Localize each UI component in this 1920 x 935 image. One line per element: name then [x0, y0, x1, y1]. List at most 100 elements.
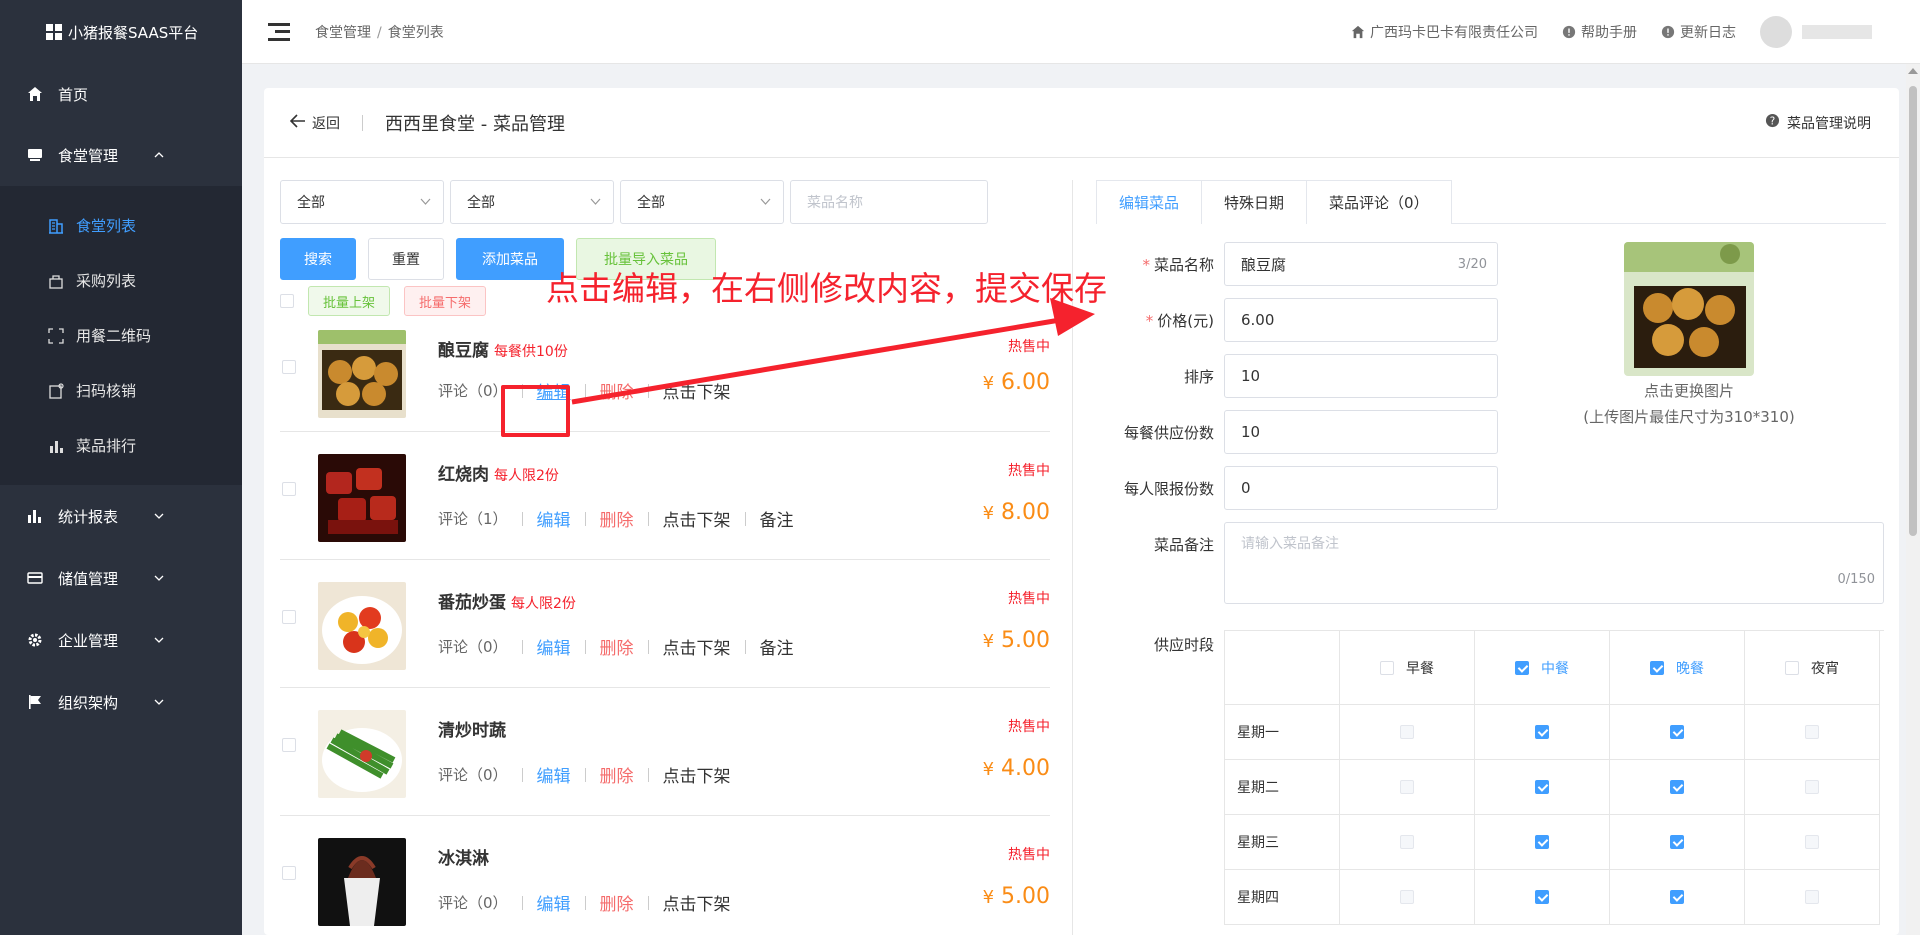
search-button[interactable]: 搜索: [280, 238, 356, 280]
period-checkbox[interactable]: [1670, 835, 1684, 849]
comments-link[interactable]: 评论（0）: [438, 764, 508, 785]
filter-select-3[interactable]: 全部: [620, 180, 784, 224]
period-checkbox[interactable]: [1400, 890, 1414, 904]
delete-link[interactable]: 删除: [600, 762, 634, 787]
page-scrollbar[interactable]: [1906, 64, 1920, 935]
menu-toggle-icon[interactable]: [268, 22, 290, 41]
period-checkbox[interactable]: [1670, 725, 1684, 739]
meal-header-dinner[interactable]: 晚餐: [1610, 631, 1745, 705]
dish-name-text: 酿豆腐: [438, 341, 489, 361]
period-checkbox[interactable]: [1535, 835, 1549, 849]
comments-link[interactable]: 评论（0）: [438, 636, 508, 657]
delete-link[interactable]: 删除: [600, 890, 634, 915]
menu-stored-value[interactable]: 储值管理: [0, 547, 242, 609]
filter-select-1[interactable]: 全部: [280, 180, 444, 224]
supply-per-meal-field[interactable]: 10: [1224, 410, 1498, 454]
submenu-dish-ranking[interactable]: 菜品排行: [0, 418, 242, 473]
edit-link[interactable]: 编辑: [537, 890, 571, 915]
sort-field[interactable]: 10: [1224, 354, 1498, 398]
batch-on-shelf-button[interactable]: 批量上架: [308, 286, 391, 316]
meal-checkbox[interactable]: [1515, 660, 1529, 675]
menu-enterprise[interactable]: 企业管理: [0, 609, 242, 671]
select-all-checkbox[interactable]: [280, 294, 294, 308]
dish-name-search-input[interactable]: 菜品名称: [790, 180, 988, 224]
dish-help-link[interactable]: ? 菜品管理说明: [1765, 113, 1871, 133]
avatar[interactable]: [1760, 16, 1792, 48]
period-checkbox[interactable]: [1805, 780, 1819, 794]
meal-checkbox[interactable]: [1785, 660, 1799, 675]
tab-dish-comments[interactable]: 菜品评论（0）: [1306, 180, 1452, 224]
off-shelf-link[interactable]: 点击下架: [663, 890, 731, 915]
meal-checkbox[interactable]: [1650, 660, 1664, 675]
edit-link[interactable]: 编辑: [537, 762, 571, 787]
price-field[interactable]: 6.00: [1224, 298, 1498, 342]
help-manual-link[interactable]: 帮助手册: [1562, 22, 1637, 42]
menu-stats[interactable]: 统计报表: [0, 485, 242, 547]
submenu-scan-verify[interactable]: 扫码核销: [0, 363, 242, 418]
batch-off-shelf-button[interactable]: 批量下架: [404, 286, 487, 316]
off-shelf-link[interactable]: 点击下架: [663, 762, 731, 787]
dish-checkbox[interactable]: [282, 866, 296, 880]
period-checkbox[interactable]: [1805, 835, 1819, 849]
submenu-canteen-list[interactable]: 食堂列表: [0, 198, 242, 253]
period-checkbox[interactable]: [1670, 890, 1684, 904]
field-value: 酿豆腐: [1241, 255, 1287, 274]
off-shelf-link[interactable]: 点击下架: [663, 634, 731, 659]
meal-header-night[interactable]: 夜宵: [1745, 631, 1880, 705]
meal-header-breakfast[interactable]: 早餐: [1340, 631, 1475, 705]
submenu-purchase-list[interactable]: 采购列表: [0, 253, 242, 308]
meal-checkbox[interactable]: [1380, 660, 1394, 675]
menu-canteen[interactable]: 食堂管理: [0, 124, 242, 186]
delete-link[interactable]: 删除: [600, 378, 634, 403]
tab-special-dates[interactable]: 特殊日期: [1201, 180, 1308, 224]
filter-select-2[interactable]: 全部: [450, 180, 614, 224]
period-checkbox[interactable]: [1670, 780, 1684, 794]
changelog-link[interactable]: 更新日志: [1661, 22, 1736, 42]
period-checkbox[interactable]: [1805, 890, 1819, 904]
per-person-limit-field[interactable]: 0: [1224, 466, 1498, 510]
label-text: 菜品名称: [1153, 256, 1214, 274]
app-logo[interactable]: 小猪报餐SAAS平台: [0, 0, 242, 64]
comments-link[interactable]: 评论（0）: [438, 892, 508, 913]
menu-home-label: 首页: [58, 85, 89, 104]
tab-edit-dish[interactable]: 编辑菜品: [1096, 180, 1203, 224]
scrollbar-thumb[interactable]: [1909, 86, 1917, 536]
menu-home[interactable]: 首页: [0, 64, 242, 124]
off-shelf-link[interactable]: 点击下架: [663, 378, 731, 403]
delete-link[interactable]: 删除: [600, 506, 634, 531]
reset-button[interactable]: 重置: [368, 238, 444, 280]
period-checkbox[interactable]: [1535, 780, 1549, 794]
back-button[interactable]: 返回: [289, 113, 340, 133]
note-link[interactable]: 备注: [760, 506, 794, 531]
period-checkbox[interactable]: [1805, 725, 1819, 739]
period-checkbox[interactable]: [1400, 835, 1414, 849]
period-checkbox[interactable]: [1400, 725, 1414, 739]
meal-header-lunch[interactable]: 中餐: [1475, 631, 1610, 705]
submenu-meal-qrcode[interactable]: 用餐二维码: [0, 308, 242, 363]
company-link[interactable]: 广西玛卡巴卡有限责任公司: [1351, 22, 1538, 42]
dish-checkbox[interactable]: [282, 482, 296, 496]
off-shelf-link[interactable]: 点击下架: [663, 506, 731, 531]
dish-checkbox[interactable]: [282, 610, 296, 624]
period-checkbox[interactable]: [1400, 780, 1414, 794]
delete-link[interactable]: 删除: [600, 634, 634, 659]
scroll-up-arrow-icon[interactable]: [1908, 68, 1918, 74]
dish-help-label: 菜品管理说明: [1787, 115, 1871, 132]
currency: ¥: [982, 887, 995, 908]
period-checkbox[interactable]: [1535, 890, 1549, 904]
dish-name-field[interactable]: 酿豆腐 3/20: [1224, 242, 1498, 286]
dish-image-upload[interactable]: [1624, 242, 1754, 376]
comments-link[interactable]: 评论（0）: [438, 380, 508, 401]
menu-org[interactable]: 组织架构: [0, 671, 242, 733]
edit-link[interactable]: 编辑: [537, 634, 571, 659]
note-link[interactable]: 备注: [760, 634, 794, 659]
note-textarea[interactable]: 请输入菜品备注 0/150: [1224, 522, 1884, 604]
dish-checkbox[interactable]: [282, 360, 296, 374]
edit-link[interactable]: 编辑: [537, 506, 571, 531]
user-name-blurred[interactable]: [1802, 25, 1872, 39]
currency: ¥: [982, 759, 995, 780]
breadcrumb-item[interactable]: 食堂管理: [315, 25, 371, 41]
comments-link[interactable]: 评论（1）: [438, 508, 508, 529]
period-checkbox[interactable]: [1535, 725, 1549, 739]
dish-checkbox[interactable]: [282, 738, 296, 752]
